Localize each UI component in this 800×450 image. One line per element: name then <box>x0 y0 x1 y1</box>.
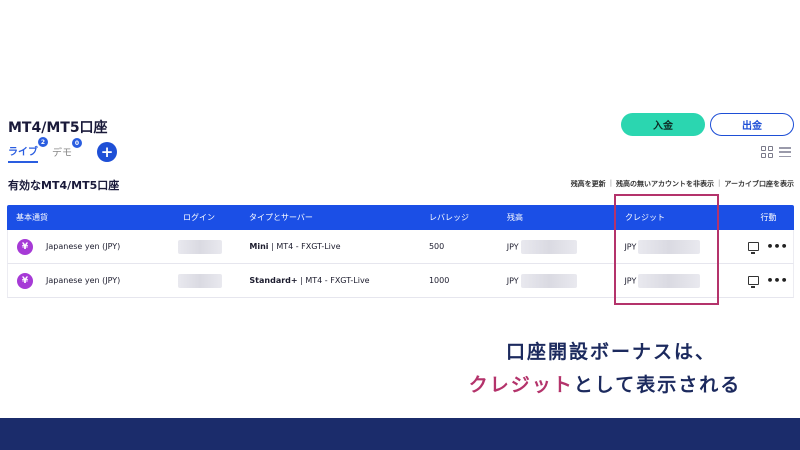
account-type: Mini <box>249 242 269 251</box>
header-balance: 残高 <box>507 213 523 222</box>
balance-redacted <box>520 273 577 288</box>
grid-view-icon[interactable] <box>761 146 773 158</box>
balance-currency: JPY <box>506 276 519 285</box>
currency-name: Japanese yen (JPY) <box>46 242 121 251</box>
currency-name: Japanese yen (JPY) <box>46 276 121 285</box>
header-type-server: タイプとサーバー <box>249 213 313 222</box>
header-leverage: レバレッジ <box>429 213 469 222</box>
account-tabs: ライブ 2 デモ 0 <box>8 137 86 163</box>
yen-icon: ¥ <box>17 238 33 255</box>
deposit-button[interactable]: 入金 <box>621 113 705 136</box>
terminal-icon[interactable] <box>747 276 759 288</box>
add-account-button[interactable]: + <box>97 142 117 162</box>
account-server: | MT4 - FXGT-Live <box>268 242 341 251</box>
caption-line-1: 口座開設ボーナスは、 <box>505 341 716 363</box>
view-toggle <box>761 146 791 158</box>
leverage-value: 1000 <box>428 276 450 285</box>
tab-demo[interactable]: デモ 0 <box>52 138 82 162</box>
tab-demo-label: デモ <box>52 148 72 159</box>
login-redacted <box>177 239 222 254</box>
header-actions: 行動 <box>760 213 777 222</box>
section-title: 有効なMT4/MT5口座 <box>8 179 120 192</box>
more-options-icon[interactable]: ••• <box>767 275 788 286</box>
hide-empty-accounts-link[interactable]: 残高の無いアカウントを非表示 <box>616 179 714 189</box>
terminal-icon[interactable] <box>747 242 759 254</box>
account-type: Standard+ <box>249 276 298 285</box>
tab-demo-count-badge: 0 <box>72 138 82 148</box>
refresh-balance-link[interactable]: 残高を更新 <box>571 179 606 189</box>
login-redacted <box>177 273 222 288</box>
withdraw-button[interactable]: 出金 <box>710 113 794 136</box>
show-archived-link[interactable]: アーカイブ口座を表示 <box>724 179 794 189</box>
link-separator: | <box>718 179 721 187</box>
list-view-icon[interactable] <box>779 146 791 158</box>
header-base-currency: 基本通貨 <box>16 213 48 222</box>
tab-live-count-badge: 2 <box>38 137 48 147</box>
balance-currency: JPY <box>506 242 519 251</box>
caption-rest: として表示される <box>573 374 742 396</box>
leverage-value: 500 <box>428 242 445 251</box>
caption-line-2: クレジットとして表示される <box>440 370 770 397</box>
balance-redacted <box>520 239 577 254</box>
yen-icon: ¥ <box>17 272 33 289</box>
footer-band <box>0 418 800 450</box>
section-links: 残高を更新 | 残高の無いアカウントを非表示 | アーカイブ口座を表示 <box>571 179 794 189</box>
more-options-icon[interactable]: ••• <box>767 241 788 252</box>
caption-accent: クレジット <box>468 374 574 396</box>
page-title: MT4/MT5口座 <box>8 120 108 136</box>
header-login: ログイン <box>183 213 215 222</box>
account-server: | MT4 - FXGT-Live <box>297 276 370 285</box>
tab-live[interactable]: ライブ 2 <box>8 137 48 163</box>
credit-column-highlight <box>614 194 719 305</box>
link-separator: | <box>609 179 613 187</box>
tab-live-label: ライブ <box>8 147 38 158</box>
